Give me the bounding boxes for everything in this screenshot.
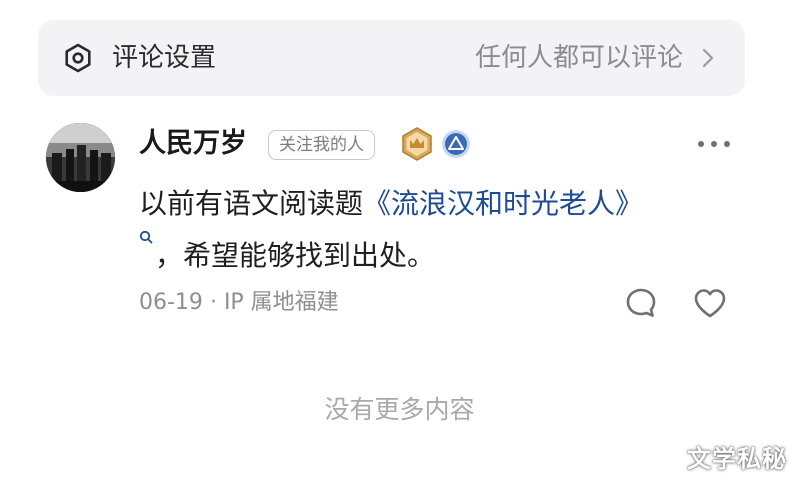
settings-hexagon-icon [65,43,91,73]
crown-badge-icon[interactable] [401,127,433,161]
comment-text-continued: ，希望能够找到出处。 [155,239,436,272]
reply-icon[interactable] [624,286,658,320]
search-link-icon[interactable] [139,230,153,244]
settings-label: 评论设置 [112,43,217,73]
book-title-link[interactable]: 《流浪汉和时光老人》 [363,187,643,220]
follow-relation-tag: 关注我的人 [268,130,375,160]
more-options-icon[interactable] [696,136,732,152]
comment-date: 06-19 [139,290,203,315]
comment-text-line: 以前有语文阅读题《流浪汉和时光老人》 [139,183,643,225]
comment-username[interactable]: 人民万岁 [139,124,247,164]
ip-location: IP 属地福建 [223,290,339,315]
no-more-content: 没有更多内容 [324,395,475,424]
comment-meta: 06-19 · IP 属地福建 [139,286,339,320]
meta-separator: · [209,290,217,315]
settings-value: 任何人都可以评论 [474,43,683,73]
level-badge-icon[interactable] [441,129,471,159]
watermark-text: 文学私秘 [687,445,787,473]
comment-settings-bar[interactable]: 评论设置 任何人都可以评论 [38,20,745,96]
chevron-right-icon [702,48,714,68]
avatar[interactable] [46,123,115,192]
like-heart-icon[interactable] [692,287,728,319]
comment-text: 以前有语文阅读题 [139,187,364,220]
